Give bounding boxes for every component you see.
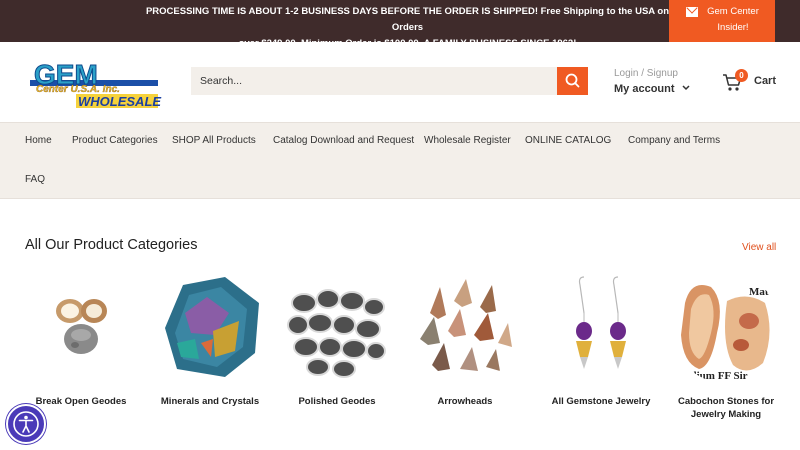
nav-item-online-catalog[interactable]: ONLINE CATALOG: [525, 135, 611, 146]
account-menu[interactable]: Login / Signup My account: [614, 67, 691, 97]
main-nav: Home Product Categories SHOP All Product…: [0, 122, 800, 199]
nav-item-catalog-download[interactable]: Catalog Download and Request: [273, 135, 414, 146]
nav-item-faq[interactable]: FAQ: [25, 174, 45, 185]
category-label[interactable]: Cabochon Stones for Jewelry Making: [663, 395, 789, 421]
insider-signup-button[interactable]: Gem Center Insider!: [669, 0, 775, 42]
cabochon-image-text-bottom: adium FF Sir: [685, 370, 748, 382]
cart-button[interactable]: 0 Cart: [722, 69, 782, 94]
logo-wholesale-text: WHOLESALE: [78, 94, 161, 109]
logo[interactable]: GEM Center U.S.A. Inc. WHOLESALE: [26, 54, 162, 110]
nav-item-shop-all[interactable]: SHOP All Products: [172, 135, 256, 146]
nav-item-wholesale-register[interactable]: Wholesale Register: [424, 135, 511, 146]
announcement-bar: PROCESSING TIME IS ABOUT 1-2 BUSINESS DA…: [0, 0, 800, 49]
category-image[interactable]: [410, 273, 520, 383]
insider-label: Gem Center Insider!: [697, 4, 769, 36]
search-input[interactable]: [191, 67, 558, 95]
my-account-dropdown[interactable]: My account: [614, 81, 691, 97]
section-title: All Our Product Categories: [25, 237, 198, 253]
category-label[interactable]: All Gemstone Jewelry: [538, 395, 664, 408]
cart-count-badge: 0: [735, 69, 748, 82]
nav-item-home[interactable]: Home: [25, 135, 52, 146]
header: GEM Center U.S.A. Inc. WHOLESALE Login /…: [0, 42, 800, 122]
nav-item-company-terms[interactable]: Company and Terms: [628, 135, 720, 146]
search-icon: [565, 73, 580, 88]
category-image[interactable]: [282, 273, 392, 383]
category-image[interactable]: [26, 273, 136, 383]
insider-line-2: Insider!: [717, 22, 749, 33]
category-image[interactable]: [155, 273, 265, 383]
cabochon-image-text-top: Mat: [749, 286, 769, 298]
chevron-down-icon: [682, 85, 690, 91]
cart-label: Cart: [754, 75, 777, 87]
search-button[interactable]: [557, 67, 588, 95]
category-label[interactable]: Minerals and Crystals: [147, 395, 273, 408]
category-image[interactable]: [546, 273, 656, 383]
accessibility-icon: [13, 411, 39, 437]
nav-item-product-categories[interactable]: Product Categories: [72, 135, 158, 146]
category-image[interactable]: Mat adium FF Sir: [671, 273, 781, 383]
insider-line-1: Gem Center: [707, 6, 759, 17]
view-all-link[interactable]: View all: [742, 242, 776, 253]
search-bar: [191, 67, 588, 95]
login-signup-link[interactable]: Login / Signup: [614, 67, 691, 81]
announcement-line-1: PROCESSING TIME IS ABOUT 1-2 BUSINESS DA…: [145, 6, 670, 33]
category-label[interactable]: Arrowheads: [402, 395, 528, 408]
my-account-label: My account: [614, 83, 675, 95]
accessibility-button[interactable]: [6, 404, 46, 444]
category-label[interactable]: Polished Geodes: [274, 395, 400, 408]
